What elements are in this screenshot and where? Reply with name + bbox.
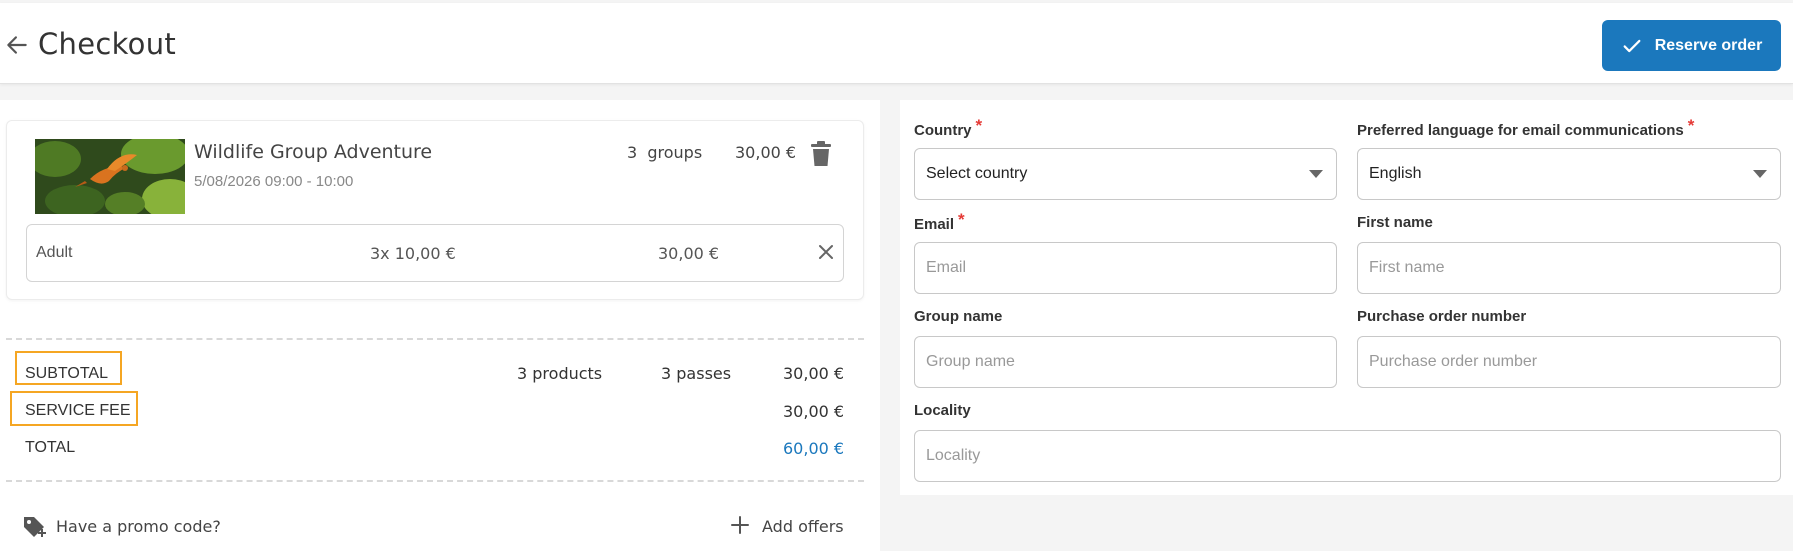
page-title: Checkout	[38, 27, 177, 61]
locality-input[interactable]	[926, 447, 1780, 465]
group-name-label: Group name	[914, 308, 1003, 325]
reserve-order-label: Reserve order	[1654, 36, 1763, 54]
add-offers-link[interactable]: Add offers	[762, 517, 844, 536]
required-marker: *	[1687, 116, 1695, 135]
subtotal-value: 30,00 €	[783, 364, 845, 383]
close-icon[interactable]	[816, 242, 836, 262]
first-name-input[interactable]	[1369, 259, 1780, 277]
promo-tag-icon[interactable]	[22, 514, 48, 540]
first-name-field[interactable]	[1357, 242, 1781, 294]
locality-field[interactable]	[914, 430, 1781, 482]
first-name-label: First name	[1357, 214, 1433, 231]
group-name-input[interactable]	[926, 353, 1336, 371]
header-bar: Checkout Reserve order	[0, 3, 1793, 84]
language-label: Preferred language for email communicati…	[1357, 116, 1694, 140]
arrow-left-icon[interactable]	[4, 32, 30, 58]
ticket-unit-price: 3x 10,00 €	[370, 244, 456, 263]
email-label: Email *	[914, 210, 965, 234]
check-icon	[1623, 39, 1641, 52]
language-select-value: English	[1369, 165, 1422, 182]
subtotal-passes: 3 passes	[661, 364, 732, 383]
language-select[interactable]: English	[1357, 148, 1781, 200]
country-label-text: Country	[914, 122, 972, 139]
ticket-total: 30,00 €	[658, 244, 720, 263]
product-datetime: 5/08/2026 09:00 - 10:00	[194, 173, 354, 190]
cart-item-card: Wildlife Group Adventure 5/08/2026 09:00…	[6, 120, 864, 300]
required-marker: *	[958, 210, 965, 229]
total-label: TOTAL	[25, 439, 76, 456]
po-number-label: Purchase order number	[1357, 308, 1527, 325]
language-label-text: Preferred language for email communicati…	[1357, 122, 1684, 139]
trash-icon[interactable]	[810, 141, 832, 167]
promo-code-link[interactable]: Have a promo code?	[56, 517, 221, 536]
product-price: 30,00 €	[735, 143, 797, 162]
cart-panel: Wildlife Group Adventure 5/08/2026 09:00…	[0, 100, 880, 551]
group-name-field[interactable]	[914, 336, 1337, 388]
subtotal-label: SUBTOTAL	[25, 365, 108, 382]
locality-label: Locality	[914, 402, 971, 419]
service-fee-label: SERVICE FEE	[25, 402, 131, 419]
service-fee-value: 30,00 €	[783, 402, 845, 421]
chevron-down-icon	[1753, 170, 1767, 178]
country-select[interactable]: Select country	[914, 148, 1337, 200]
country-label: Country *	[914, 116, 982, 140]
email-field[interactable]	[914, 242, 1337, 294]
po-number-field[interactable]	[1357, 336, 1781, 388]
divider	[6, 480, 864, 482]
ticket-type: Adult	[36, 244, 73, 261]
po-number-input[interactable]	[1369, 353, 1780, 371]
product-name: Wildlife Group Adventure	[194, 141, 433, 163]
required-marker: *	[975, 116, 983, 135]
email-input[interactable]	[926, 259, 1336, 277]
email-label-text: Email	[914, 216, 955, 233]
chevron-down-icon	[1309, 170, 1323, 178]
plus-icon[interactable]	[730, 515, 750, 535]
subtotal-products: 3 products	[517, 364, 603, 383]
product-thumbnail	[35, 139, 185, 214]
product-quantity: 3 groups	[627, 143, 703, 162]
total-value: 60,00 €	[783, 439, 845, 458]
country-select-value: Select country	[926, 165, 1028, 182]
ticket-row: Adult 3x 10,00 € 30,00 €	[26, 224, 844, 282]
reserve-order-button[interactable]: Reserve order	[1602, 20, 1781, 71]
divider	[6, 338, 864, 340]
customer-form: Country * Select country Preferred langua…	[900, 100, 1793, 495]
